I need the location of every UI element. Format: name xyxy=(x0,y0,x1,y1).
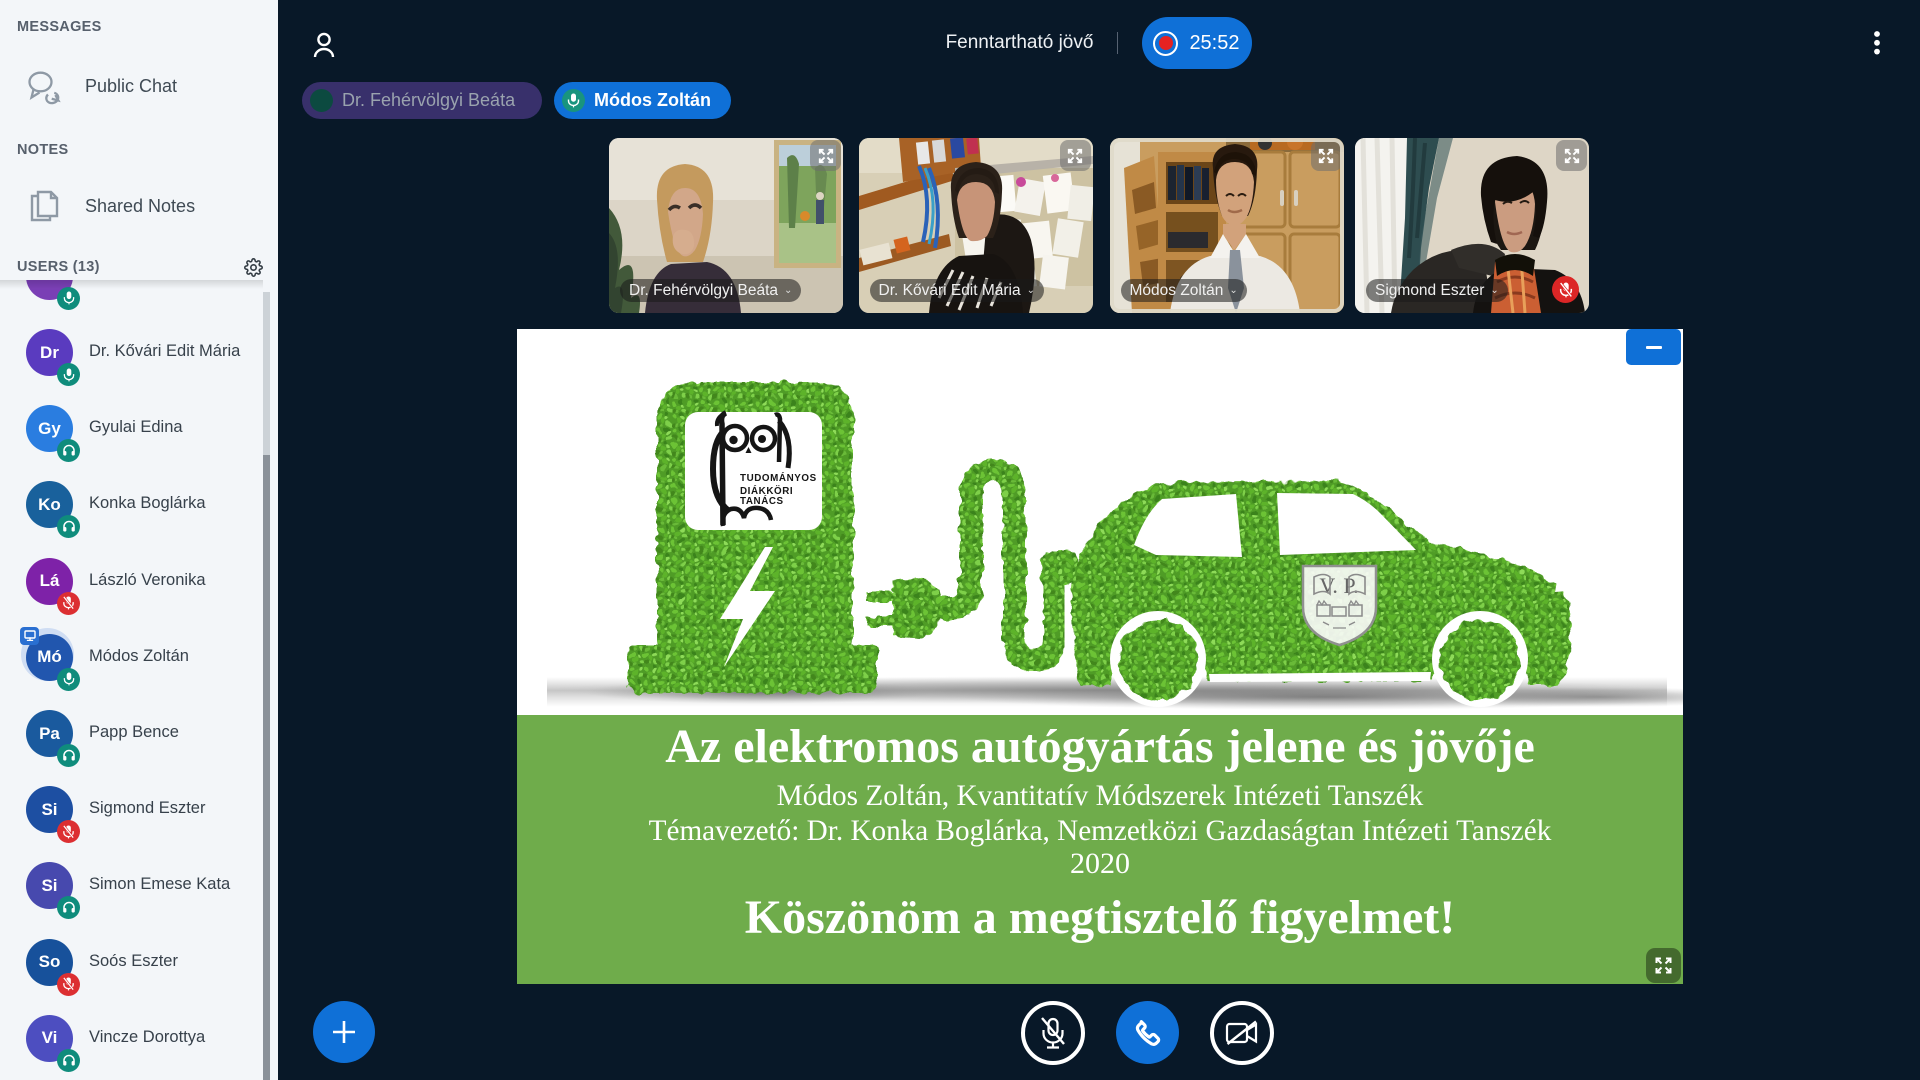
svg-text:TANÁCS: TANÁCS xyxy=(740,495,784,507)
svg-text:TUDOMÁNYOS: TUDOMÁNYOS xyxy=(740,472,817,484)
svg-text:V. P.: V. P. xyxy=(1319,573,1358,598)
